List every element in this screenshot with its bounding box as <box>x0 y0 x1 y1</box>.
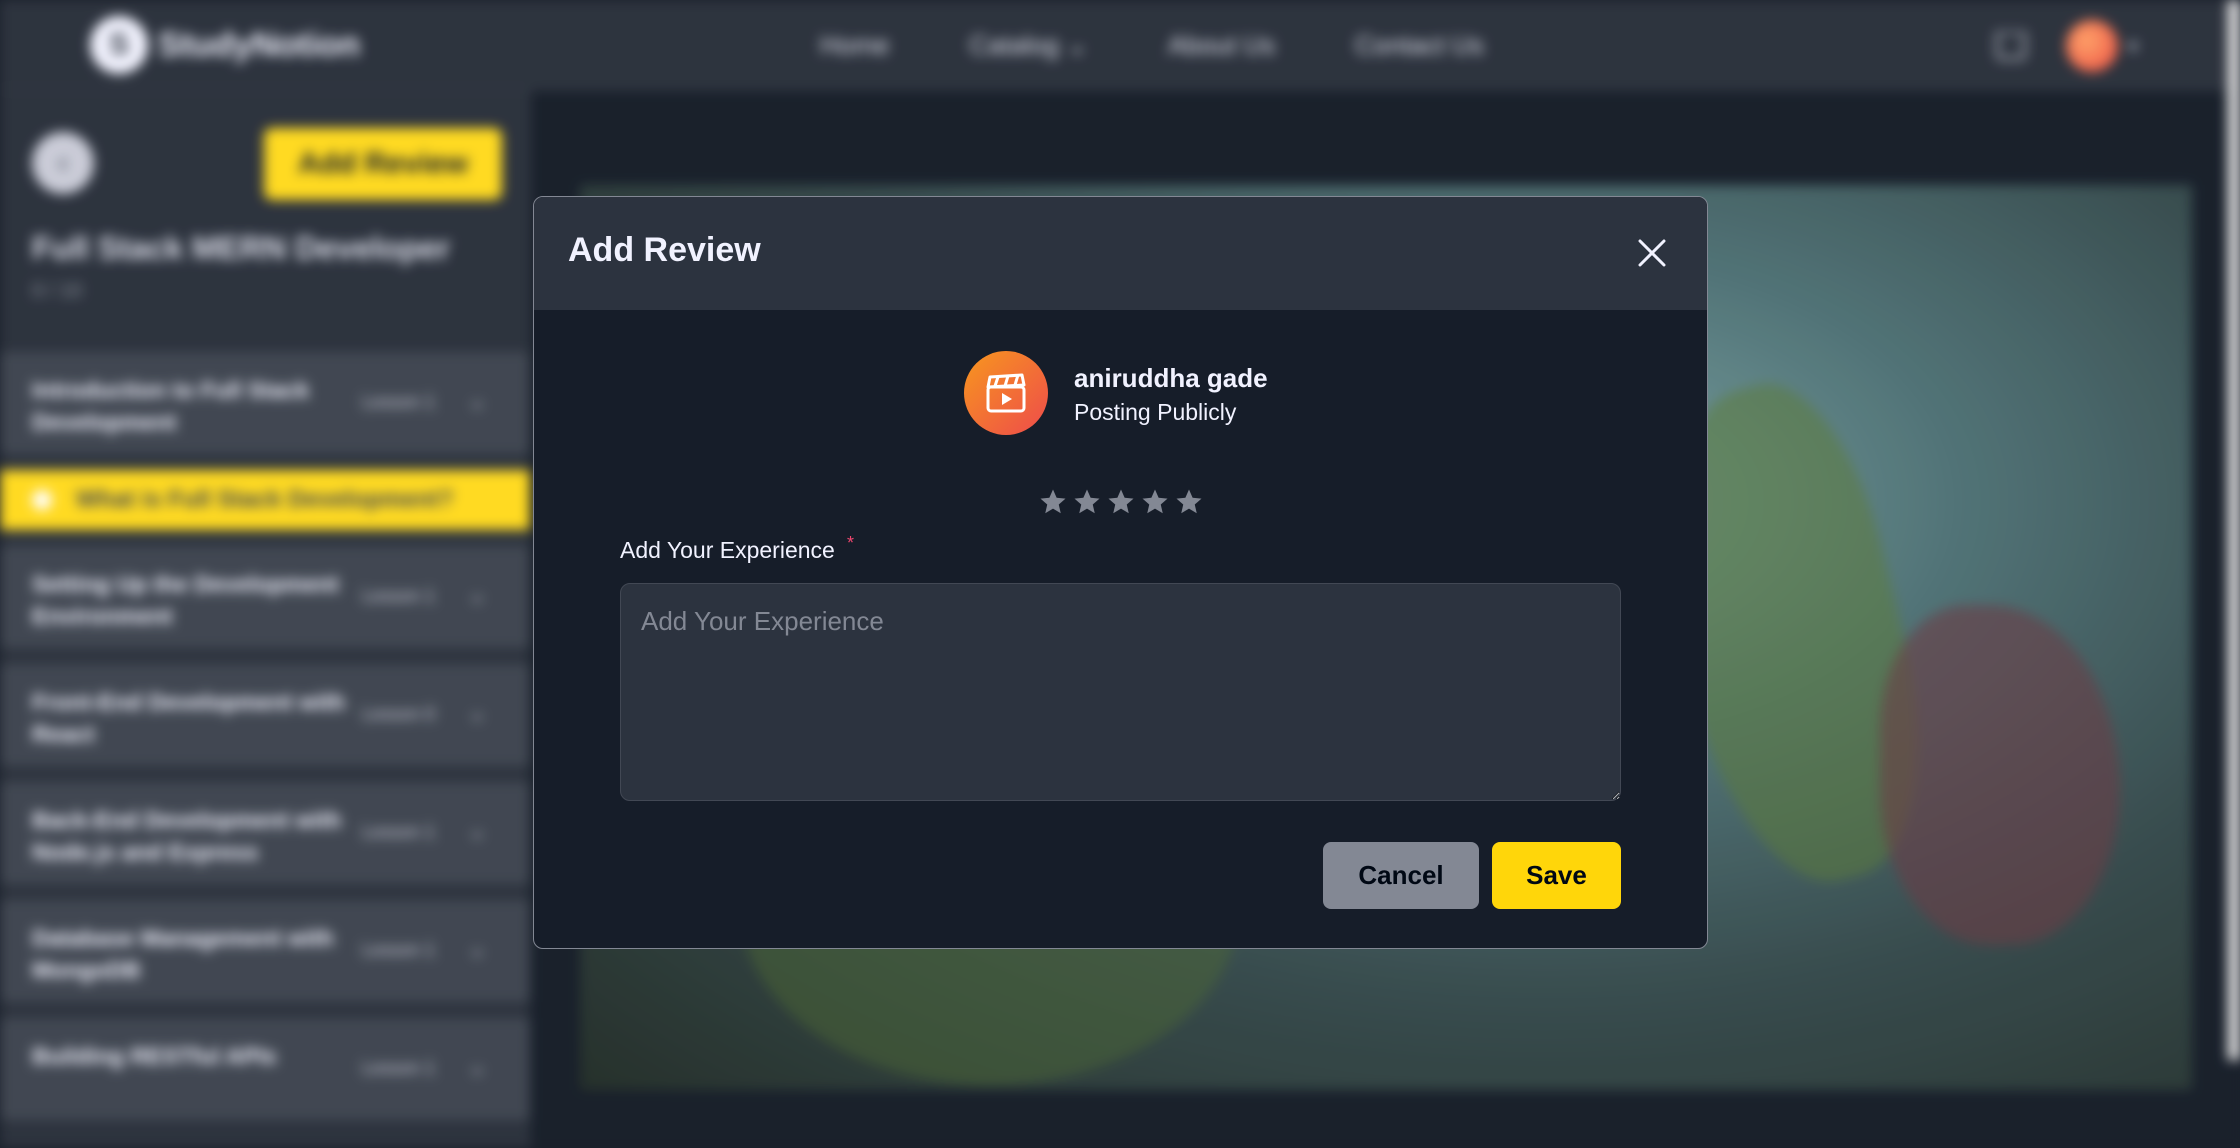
user-name: aniruddha gade <box>1074 363 1268 393</box>
star-icon[interactable] <box>1174 487 1204 517</box>
star-icon[interactable] <box>1038 487 1068 517</box>
posting-visibility: Posting Publicly <box>1074 399 1237 425</box>
save-button[interactable]: Save <box>1492 842 1621 909</box>
star-icon[interactable] <box>1106 487 1136 517</box>
user-avatar <box>964 351 1048 435</box>
modal-header: Add Review <box>534 197 1707 310</box>
modal-title: Add Review <box>568 231 761 269</box>
star-icon[interactable] <box>1072 487 1102 517</box>
cancel-button[interactable]: Cancel <box>1323 842 1479 909</box>
experience-label: Add Your Experience <box>620 537 835 563</box>
star-icon[interactable] <box>1140 487 1170 517</box>
star-rating[interactable] <box>1038 487 1204 517</box>
add-review-modal: Add Review aniruddha gade Posting Public… <box>533 196 1708 949</box>
close-icon[interactable] <box>1634 235 1670 271</box>
clapperboard-icon <box>986 373 1026 413</box>
experience-textarea[interactable] <box>620 583 1621 801</box>
required-marker: * <box>847 533 855 553</box>
